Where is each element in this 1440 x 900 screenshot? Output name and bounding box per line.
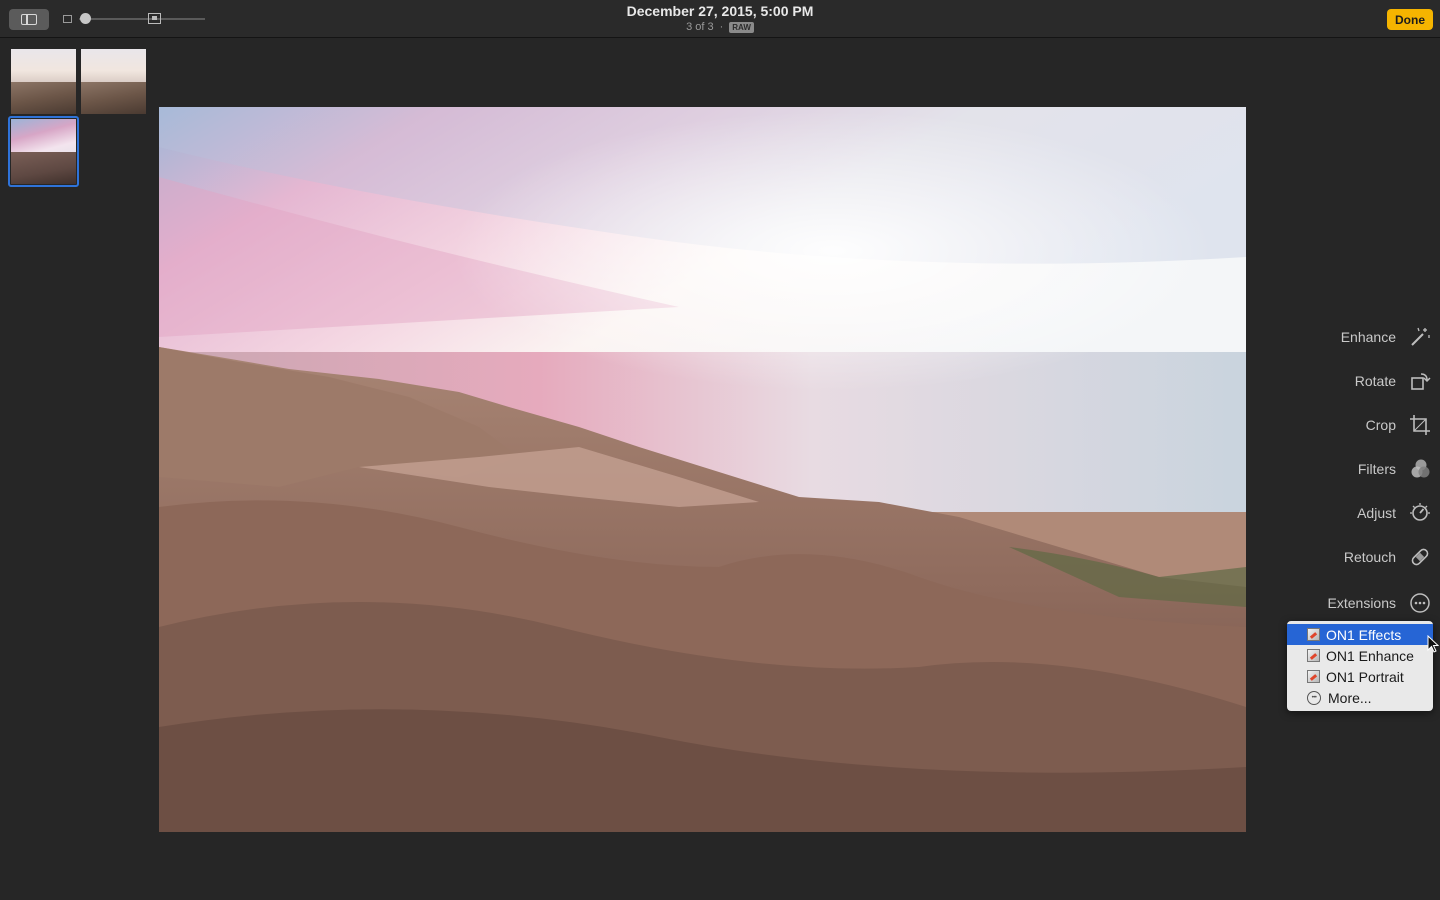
thumbnail-1[interactable] — [11, 49, 76, 114]
photo-position: 3 of 3 — [686, 21, 714, 33]
bandage-icon — [1408, 545, 1432, 569]
zoom-slider[interactable] — [63, 12, 205, 26]
mouse-cursor-icon — [1427, 635, 1439, 653]
thumbnail-2[interactable] — [81, 49, 146, 114]
done-button[interactable]: Done — [1387, 9, 1433, 30]
photo-info: December 27, 2015, 5:00 PM 3 of 3 · RAW — [570, 3, 870, 34]
tool-enhance[interactable]: Enhance — [1341, 322, 1432, 352]
toolbar: December 27, 2015, 5:00 PM 3 of 3 · RAW … — [0, 0, 1440, 38]
sidebar-icon — [21, 14, 37, 25]
zoom-slider-track[interactable] — [79, 18, 205, 20]
zoom-slider-thumb[interactable] — [80, 13, 91, 24]
sidebar-toggle-button[interactable] — [9, 9, 49, 30]
tool-retouch[interactable]: Retouch — [1344, 542, 1432, 572]
tool-label: Filters — [1357, 461, 1396, 477]
menu-item-more[interactable]: ••• More... — [1287, 687, 1433, 708]
on1-app-icon — [1307, 628, 1320, 641]
tool-crop[interactable]: Crop — [1366, 410, 1432, 440]
tool-label: Crop — [1365, 417, 1396, 433]
small-photo-icon — [63, 15, 72, 23]
menu-item-on1-effects[interactable]: ON1 Effects — [1287, 624, 1433, 645]
main-photo[interactable] — [159, 107, 1246, 832]
tool-rotate[interactable]: Rotate — [1355, 366, 1432, 396]
tool-filters[interactable]: Filters — [1358, 454, 1432, 484]
filters-icon — [1408, 457, 1432, 481]
thumbnail-3[interactable] — [11, 119, 76, 184]
tool-label: Extensions — [1327, 595, 1396, 611]
magic-wand-icon — [1408, 325, 1432, 349]
adjust-dial-icon — [1408, 501, 1432, 525]
menu-item-label: ON1 Effects — [1326, 626, 1402, 643]
tool-extensions[interactable]: Extensions — [1328, 588, 1432, 618]
rotate-icon — [1408, 369, 1432, 393]
tool-label: Retouch — [1343, 549, 1396, 565]
raw-badge: RAW — [729, 21, 754, 33]
tool-label: Enhance — [1340, 329, 1396, 345]
menu-item-on1-enhance[interactable]: ON1 Enhance — [1287, 645, 1433, 666]
photo-date-title: December 27, 2015, 5:00 PM — [626, 3, 814, 19]
photo-subtitle: 3 of 3 · RAW — [570, 20, 870, 34]
tool-adjust[interactable]: Adjust — [1357, 498, 1432, 528]
menu-item-label: ON1 Enhance — [1326, 647, 1414, 664]
tool-label: Rotate — [1354, 373, 1396, 389]
more-icon: ••• — [1307, 690, 1321, 705]
crop-icon — [1408, 413, 1432, 437]
menu-item-label: ON1 Portrait — [1326, 668, 1404, 685]
extensions-menu: ON1 Effects ON1 Enhance ON1 Portrait •••… — [1287, 621, 1433, 711]
separator-dot: · — [719, 21, 724, 33]
large-photo-icon — [148, 13, 161, 24]
menu-item-on1-portrait[interactable]: ON1 Portrait — [1287, 666, 1433, 687]
on1-app-icon — [1307, 670, 1320, 683]
tool-label: Adjust — [1357, 505, 1396, 521]
ellipsis-circle-icon — [1408, 591, 1432, 615]
on1-app-icon — [1307, 649, 1320, 662]
menu-item-label: More... — [1328, 689, 1372, 706]
